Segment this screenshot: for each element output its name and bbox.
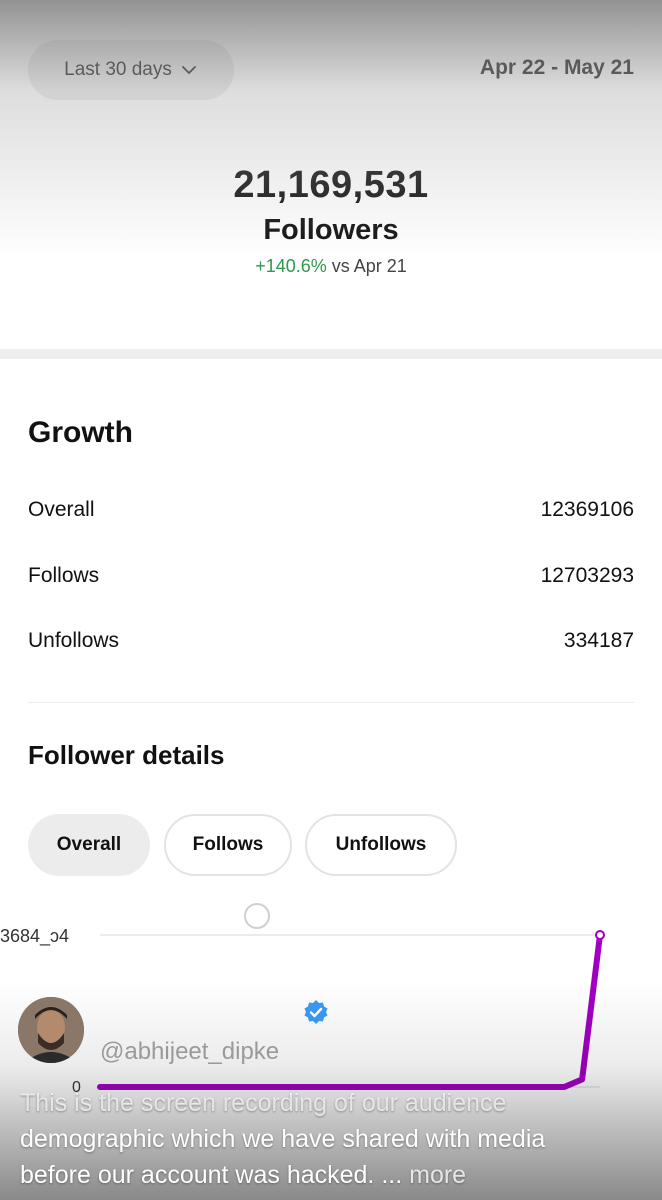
growth-row-value: 334187 xyxy=(563,629,634,652)
tab-unfollows[interactable]: Unfollows xyxy=(305,814,457,876)
tab-overall[interactable]: Overall xyxy=(28,814,150,876)
chevron-down-icon xyxy=(181,66,196,74)
growth-row-unfollows: Unfollows 334187 xyxy=(28,629,634,653)
growth-row-label: Follows xyxy=(28,564,100,587)
caption-line-last: before our account was hacked. ... more xyxy=(20,1157,645,1193)
post-handle[interactable]: @abhijeet_dipke xyxy=(100,1038,279,1066)
chart-endpoint xyxy=(595,930,605,940)
growth-row-follows: Follows 12703293 xyxy=(28,564,634,588)
growth-row-value: 12369106 xyxy=(540,498,634,521)
caption-line-text: before our account was hacked. ... xyxy=(20,1161,403,1189)
tab-follows[interactable]: Follows xyxy=(164,814,292,876)
growth-title: Growth xyxy=(28,416,133,449)
growth-divider xyxy=(28,702,634,703)
follower-total-label: Followers xyxy=(263,214,399,246)
date-range-dropdown[interactable]: Last 30 days xyxy=(28,40,234,100)
growth-row-label: Overall xyxy=(28,498,95,521)
date-range-text: Apr 22 - May 21 xyxy=(479,56,634,79)
followers-summary: 21,169,531 Followers +140.6% vs Apr 21 xyxy=(0,160,662,277)
caption-more-link[interactable]: more xyxy=(409,1161,466,1189)
growth-row-label: Unfollows xyxy=(28,629,120,652)
post-caption: This is the screen recording of our audi… xyxy=(20,1085,645,1193)
follower-details-title: Follower details xyxy=(28,740,225,770)
growth-row-value: 12703293 xyxy=(540,564,634,587)
change-compare: vs Apr 21 xyxy=(331,256,407,276)
caption-line: demographic which we have shared with me… xyxy=(20,1125,546,1153)
avatar-image xyxy=(18,997,84,1063)
section-divider xyxy=(0,349,662,359)
chart-y-tick-max: 3684_ɔ4 xyxy=(0,926,69,947)
verified-badge-icon xyxy=(304,1000,328,1024)
growth-row-overall: Overall 12369106 xyxy=(28,498,634,522)
change-percent: +140.6% xyxy=(255,256,327,276)
follower-total: 21,169,531 xyxy=(233,164,429,206)
chart-marker-circle xyxy=(244,903,270,929)
date-range-label: Last 30 days xyxy=(64,59,172,80)
avatar[interactable] xyxy=(18,997,84,1063)
caption-line: This is the screen recording of our audi… xyxy=(20,1089,507,1117)
follower-change: +140.6% vs Apr 21 xyxy=(0,256,662,277)
